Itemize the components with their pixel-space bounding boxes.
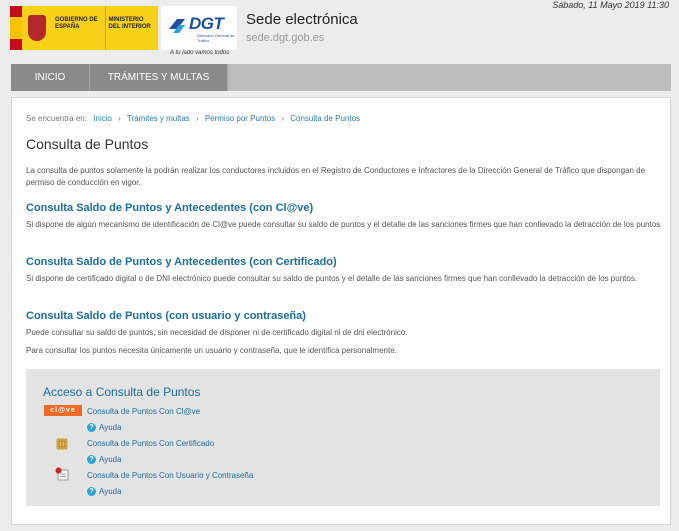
nav-inicio[interactable]: INICIO (11, 64, 90, 91)
page-title: Consulta de Puntos (26, 136, 149, 152)
ministry-logo-text: MINISTERIO DEL INTERIOR (104, 6, 158, 50)
section-title-clave: Consulta Saldo de Puntos y Antecedentes … (26, 202, 314, 214)
spanish-flag-strip (10, 6, 22, 50)
clave-logo-icon: cl@ve (44, 405, 82, 416)
coat-of-arms-icon (22, 6, 52, 50)
help-label: Ayuda (99, 422, 122, 432)
current-datetime: Sábado, 11 Mayo 2019 11:30 (552, 0, 669, 10)
section-title-usuario: Consulta Saldo de Puntos (con usuario y … (26, 310, 306, 322)
site-url: sede.dgt.gob.es (246, 32, 325, 44)
dgt-logo[interactable]: DGT Dirección General de Tráfico (161, 6, 237, 50)
help-icon: ? (87, 422, 96, 432)
site-title[interactable]: Sede electrónica (246, 11, 358, 28)
help-certificado[interactable]: ? Ayuda (87, 453, 122, 465)
help-usuario[interactable]: ? Ayuda (87, 485, 122, 497)
section-title-certificado: Consulta Saldo de Puntos y Antecedentes … (26, 256, 337, 268)
access-box: Acceso a Consulta de Puntos cl@ve Consul… (26, 369, 660, 506)
link-consulta-certificado[interactable]: Consulta de Puntos Con Certificado (87, 439, 214, 448)
user-password-icon (55, 467, 69, 486)
breadcrumb: Se encuentra en: Inicio › Trámites y mul… (26, 114, 360, 123)
link-consulta-clave[interactable]: Consulta de Puntos Con Cl@ve (87, 407, 200, 416)
breadcrumb-separator-icon: › (118, 114, 121, 123)
tagline: A tu lado vamos todos (170, 50, 230, 56)
section-text-certificado: Si dispone de certificado digital o de D… (26, 274, 638, 283)
help-icon: ? (87, 454, 96, 464)
help-label: Ayuda (99, 486, 122, 496)
link-consulta-usuario[interactable]: Consulta de Puntos Con Usuario y Contras… (87, 471, 253, 480)
section-text-usuario-2: Para consultar los puntos necesita única… (26, 346, 397, 355)
breadcrumb-prefix: Se encuentra en: (26, 114, 87, 123)
breadcrumb-inicio[interactable]: Inicio (93, 114, 112, 123)
help-label: Ayuda (99, 454, 122, 464)
certificate-card-icon (56, 437, 68, 455)
nav-tramites-multas[interactable]: TRÁMITES Y MULTAS (90, 64, 228, 91)
site-header: GOBIERNO DE ESPAÑA MINISTERIO DEL INTERI… (0, 0, 679, 64)
help-icon: ? (87, 486, 96, 496)
dgt-logo-text: DGT (189, 14, 224, 33)
help-clave[interactable]: ? Ayuda (87, 421, 122, 433)
section-text-usuario: Puede consultar su saldo de puntos, sin … (26, 328, 408, 337)
section-text-clave: Si dispone de algún mecanismo de identif… (26, 220, 661, 229)
access-title: Acceso a Consulta de Puntos (43, 385, 201, 399)
intro-text: La consulta de puntos solamente la podrá… (26, 166, 646, 187)
breadcrumb-tramites[interactable]: Trámites y multas (127, 114, 190, 123)
breadcrumb-permiso-puntos[interactable]: Permiso por Puntos (205, 114, 275, 123)
gobierno-espana-logo[interactable]: GOBIERNO DE ESPAÑA MINISTERIO DEL INTERI… (10, 6, 158, 50)
main-nav: INICIO TRÁMITES Y MULTAS (11, 64, 671, 91)
dgt-logo-subtext: Dirección General de Tráfico (197, 33, 235, 43)
breadcrumb-separator-icon: › (281, 114, 284, 123)
main-content: Se encuentra en: Inicio › Trámites y mul… (11, 97, 671, 525)
breadcrumb-consulta-puntos[interactable]: Consulta de Puntos (290, 114, 360, 123)
dgt-mark-icon (169, 19, 185, 33)
breadcrumb-separator-icon: › (195, 114, 199, 123)
gov-logo-text: GOBIERNO DE ESPAÑA (52, 6, 105, 50)
